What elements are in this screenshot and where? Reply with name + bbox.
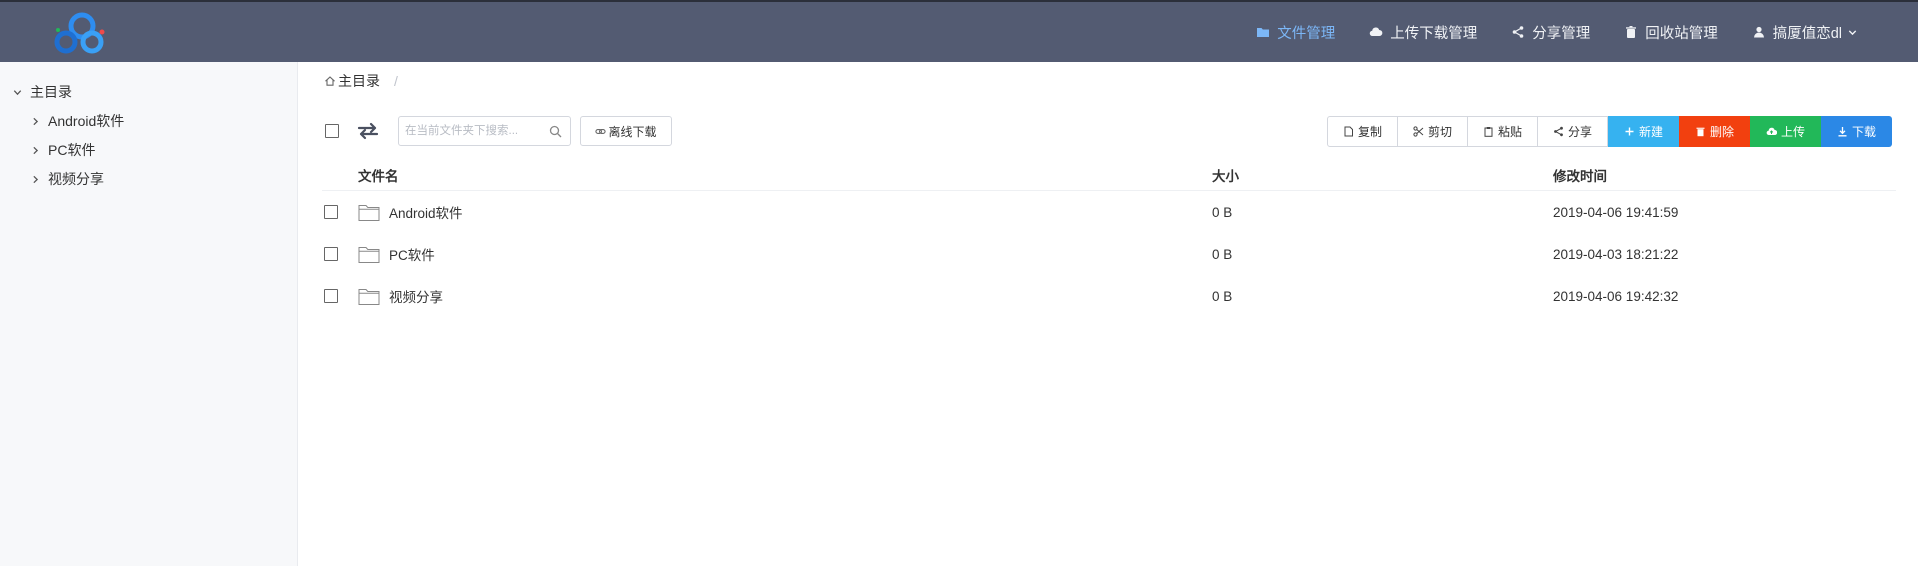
search-box bbox=[398, 116, 571, 146]
nav-label: 文件管理 bbox=[1277, 25, 1336, 42]
cloud-upload-icon bbox=[1766, 127, 1777, 136]
folder-icon bbox=[358, 204, 380, 221]
chevron-right-icon[interactable] bbox=[30, 145, 41, 156]
select-all-checkbox[interactable] bbox=[325, 124, 339, 138]
breadcrumb-home[interactable]: 主目录 bbox=[338, 71, 380, 91]
chevron-right-icon[interactable] bbox=[30, 116, 41, 127]
tree-item-label: 视频分享 bbox=[48, 171, 104, 187]
tree-item-label: PC软件 bbox=[48, 142, 96, 158]
paste-button[interactable]: 粘贴 bbox=[1467, 116, 1538, 147]
cut-button[interactable]: 剪切 bbox=[1397, 116, 1468, 147]
file-size: 0 B bbox=[1212, 289, 1233, 304]
column-header-name[interactable]: 文件名 bbox=[358, 165, 399, 185]
button-label: 新建 bbox=[1638, 125, 1663, 139]
breadcrumb: 主目录 / bbox=[324, 71, 398, 91]
tree-item-root[interactable]: 主目录 bbox=[12, 82, 72, 102]
share-icon bbox=[1554, 126, 1563, 137]
delete-button[interactable]: 删除 bbox=[1679, 116, 1750, 147]
chevron-right-icon[interactable] bbox=[30, 174, 41, 185]
nav-label: 搞厦值恋dl bbox=[1772, 25, 1842, 42]
download-icon bbox=[1838, 127, 1847, 137]
breadcrumb-separator: / bbox=[394, 73, 398, 89]
nav-label: 回收站管理 bbox=[1645, 25, 1718, 42]
trash-icon bbox=[1626, 26, 1637, 38]
share-icon bbox=[1512, 26, 1524, 38]
logo-icon bbox=[54, 12, 105, 54]
new-button[interactable]: 新建 bbox=[1608, 116, 1679, 147]
share-button[interactable]: 分享 bbox=[1537, 116, 1608, 147]
tree-item-label: Android软件 bbox=[48, 113, 125, 129]
file-modified: 2019-04-06 19:41:59 bbox=[1553, 205, 1679, 220]
file-action-toolbar: 复制 剪切 粘贴 分享 新建 删除 上传 下载 bbox=[1327, 116, 1892, 147]
file-name: Android软件 bbox=[389, 206, 463, 221]
cloud-logo[interactable] bbox=[48, 8, 112, 58]
cloud-icon bbox=[1369, 27, 1383, 37]
tree-item-label: 主目录 bbox=[30, 84, 72, 100]
file-name-link[interactable]: 视频分享 bbox=[358, 286, 443, 306]
button-label: 剪切 bbox=[1427, 125, 1452, 139]
tree-item-pc[interactable]: PC软件 bbox=[30, 140, 95, 160]
file-name-link[interactable]: PC软件 bbox=[358, 244, 435, 264]
plus-icon bbox=[1625, 127, 1634, 136]
button-label: 下载 bbox=[1851, 125, 1876, 139]
button-label: 复制 bbox=[1357, 125, 1382, 139]
swap-arrows-icon[interactable] bbox=[356, 121, 380, 141]
file-name: 视频分享 bbox=[389, 290, 443, 305]
tree-item-video[interactable]: 视频分享 bbox=[30, 169, 104, 189]
file-size: 0 B bbox=[1212, 205, 1233, 220]
top-navbar: 文件管理 上传下载管理 分享管理 回收站管理 搞厦值恋dl bbox=[0, 0, 1918, 62]
row-checkbox[interactable] bbox=[324, 247, 338, 261]
nav-file-manage[interactable]: 文件管理 bbox=[1256, 22, 1335, 43]
file-name: PC软件 bbox=[389, 248, 435, 263]
nav-user-menu[interactable]: 搞厦值恋dl bbox=[1752, 22, 1858, 43]
nav-transfer-manage[interactable]: 上传下载管理 bbox=[1369, 22, 1477, 43]
nav-label: 上传下载管理 bbox=[1390, 25, 1478, 42]
column-header-size[interactable]: 大小 bbox=[1212, 165, 1239, 185]
trash-icon bbox=[1696, 127, 1705, 137]
link-icon bbox=[595, 128, 607, 134]
chevron-down-icon[interactable] bbox=[12, 87, 23, 98]
main-nav: 文件管理 上传下载管理 分享管理 回收站管理 搞厦值恋dl bbox=[1222, 2, 1858, 62]
file-modified: 2019-04-03 18:21:22 bbox=[1553, 247, 1679, 262]
folder-icon bbox=[1257, 28, 1270, 37]
nav-label: 分享管理 bbox=[1532, 25, 1591, 42]
button-label: 离线下载 bbox=[608, 124, 657, 139]
nav-recycle-manage[interactable]: 回收站管理 bbox=[1624, 22, 1718, 43]
file-modified: 2019-04-06 19:42:32 bbox=[1553, 289, 1679, 304]
button-label: 删除 bbox=[1709, 125, 1734, 139]
button-label: 分享 bbox=[1567, 125, 1592, 139]
folder-tree-sidebar: 主目录 Android软件 PC软件 视频分享 bbox=[0, 62, 298, 566]
button-label: 上传 bbox=[1780, 125, 1805, 139]
scissors-icon bbox=[1413, 126, 1424, 137]
download-button[interactable]: 下载 bbox=[1821, 116, 1892, 147]
copy-button[interactable]: 复制 bbox=[1327, 116, 1398, 147]
offline-download-button[interactable]: 离线下载 bbox=[580, 116, 672, 146]
clipboard-icon bbox=[1484, 127, 1493, 137]
user-icon bbox=[1753, 26, 1764, 38]
nav-share-manage[interactable]: 分享管理 bbox=[1511, 22, 1590, 43]
column-header-modified[interactable]: 修改时间 bbox=[1553, 165, 1607, 185]
file-name-link[interactable]: Android软件 bbox=[358, 202, 463, 222]
upload-button[interactable]: 上传 bbox=[1750, 116, 1821, 147]
header-divider bbox=[322, 190, 1896, 191]
row-checkbox[interactable] bbox=[324, 205, 338, 219]
tree-item-android[interactable]: Android软件 bbox=[30, 111, 124, 131]
file-icon bbox=[1344, 126, 1353, 137]
button-label: 粘贴 bbox=[1497, 125, 1522, 139]
chevron-down-icon bbox=[1848, 29, 1857, 35]
search-icon[interactable] bbox=[549, 125, 562, 138]
home-icon bbox=[325, 76, 335, 86]
folder-icon bbox=[358, 246, 380, 263]
row-checkbox[interactable] bbox=[324, 289, 338, 303]
search-input[interactable] bbox=[405, 122, 543, 140]
file-size: 0 B bbox=[1212, 247, 1233, 262]
folder-icon bbox=[358, 288, 380, 305]
